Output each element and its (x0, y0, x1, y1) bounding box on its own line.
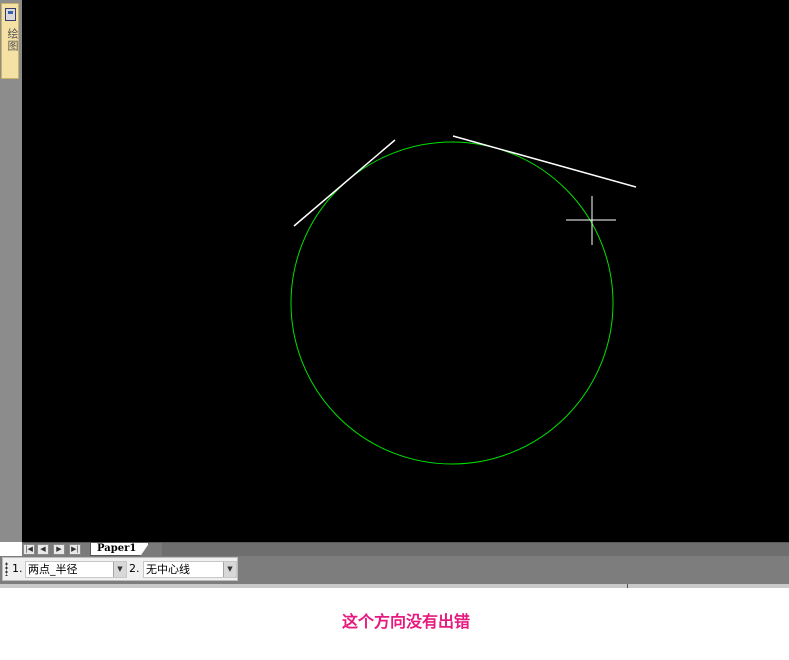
previous-tab-button[interactable]: ◀ (37, 544, 49, 555)
centerline-select[interactable]: 无中心线 ▼ (143, 561, 237, 578)
chevron-down-icon[interactable]: ▼ (113, 562, 126, 577)
next-tab-button[interactable]: ▶ (53, 544, 65, 555)
option1-number: 1. (12, 562, 23, 575)
drawing-svg (290, 135, 637, 465)
first-tab-button[interactable]: |◀ (23, 544, 35, 555)
arc-mode-select[interactable]: 两点_半径 ▼ (25, 561, 127, 578)
tangent-line-left (293, 139, 396, 227)
drawn-circle (290, 141, 614, 465)
tab-bar-scroll-area (162, 543, 789, 556)
centerline-value: 无中心线 (146, 563, 190, 576)
panel-icon (5, 8, 16, 21)
side-panel-tab[interactable]: 绘图 (1, 3, 19, 79)
chevron-down-icon[interactable]: ▼ (223, 562, 236, 577)
property-panel: 1. 两点_半径 ▼ 2. 无中心线 ▼ (2, 557, 238, 581)
side-panel-tab-label: 绘图 (6, 28, 19, 52)
caption-text: 这个方向没有出错 (341, 612, 470, 631)
toolbar-grip[interactable] (5, 562, 8, 576)
tab-paper1[interactable]: Paper1 (90, 543, 150, 556)
option2-number: 2. (129, 562, 140, 575)
status-divider (0, 584, 789, 588)
property-bar: 1. 两点_半径 ▼ 2. 无中心线 ▼ (0, 556, 789, 584)
left-panel-strip: 绘图 (0, 0, 22, 542)
drawing-canvas[interactable] (22, 0, 789, 542)
layout-tab-bar: |◀ ◀ ▶ ▶| Paper1 (22, 542, 789, 556)
crosshair-cursor (566, 196, 616, 245)
last-tab-button[interactable]: ▶| (69, 544, 81, 555)
tangent-line-right (452, 135, 637, 188)
arc-mode-value: 两点_半径 (28, 563, 78, 576)
